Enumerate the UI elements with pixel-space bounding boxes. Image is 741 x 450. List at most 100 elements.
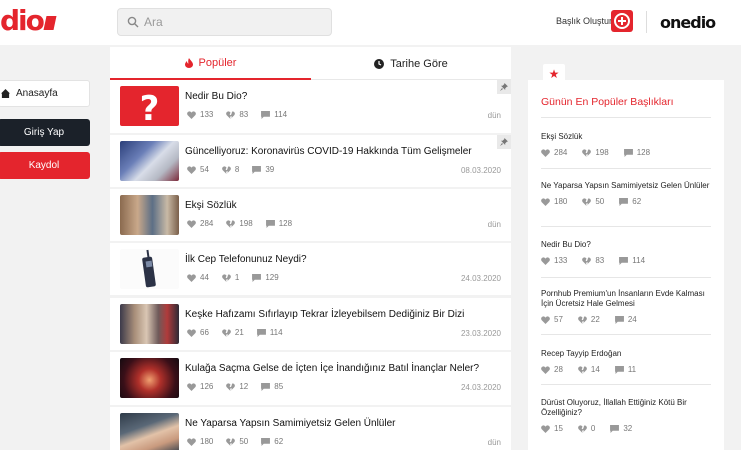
create-topic-label[interactable]: Başlık Oluştur — [556, 16, 612, 26]
like-count: 44 — [200, 273, 209, 282]
popular-item[interactable]: Ekşi Sözlük 284 198 128 — [541, 132, 711, 157]
comment-stat[interactable]: 128 — [623, 148, 650, 157]
broken-heart-icon — [582, 256, 592, 265]
like-count: 180 — [200, 437, 214, 446]
like-stat[interactable]: 57 — [541, 315, 563, 324]
like-stat[interactable]: 180 — [187, 437, 213, 446]
popular-item-title[interactable]: Recep Tayyip Erdoğan — [541, 349, 711, 359]
comment-stat[interactable]: 11 — [614, 365, 636, 374]
feed-card[interactable]: ? Nedir Bu Dio? 133 83 114 dün — [110, 80, 511, 133]
sidebar-home-button[interactable]: Anasayfa — [0, 80, 90, 107]
feed-card[interactable]: Keşke Hafızamı Sıfırlayıp Tekrar İzleyeb… — [110, 298, 511, 350]
dislike-count: 83 — [239, 110, 249, 119]
like-stat[interactable]: 54 — [187, 165, 209, 174]
dislike-stat[interactable]: 0 — [578, 424, 595, 433]
card-title[interactable]: İlk Cep Telefonunuz Neydi? — [185, 254, 307, 265]
comment-count: 85 — [274, 382, 284, 391]
comment-icon — [261, 437, 271, 446]
like-stat[interactable]: 133 — [541, 256, 567, 265]
tv-series-thumbnail — [120, 304, 179, 344]
card-title[interactable]: Güncelliyoruz: Koronavirüs COVID-19 Hakk… — [185, 146, 472, 157]
comment-stat[interactable]: 32 — [610, 424, 632, 433]
dislike-stat[interactable]: 198 — [226, 219, 253, 228]
register-button[interactable]: Kaydol — [0, 152, 90, 179]
comment-stat[interactable]: 129 — [252, 273, 279, 282]
popular-item[interactable]: Dürüst Oluyoruz, İllallah Ettiğiniz Kötü… — [541, 398, 711, 433]
search-box[interactable] — [117, 8, 332, 36]
dislike-stat[interactable]: 14 — [578, 365, 600, 374]
like-stat[interactable]: 284 — [541, 148, 567, 157]
like-stat[interactable]: 15 — [541, 424, 563, 433]
popular-item-stats: 133 83 114 — [541, 256, 711, 265]
feed-card[interactable]: İlk Cep Telefonunuz Neydi? 44 1 129 24.0… — [110, 243, 511, 295]
dislike-stat[interactable]: 50 — [582, 197, 604, 206]
create-topic-button[interactable] — [611, 10, 633, 32]
tab-popular[interactable]: Popüler — [110, 47, 311, 80]
popular-item[interactable]: Recep Tayyip Erdoğan 28 14 11 — [541, 349, 711, 374]
card-title[interactable]: Ne Yaparsa Yapsın Samimiyetsiz Gelen Ünl… — [185, 418, 395, 429]
like-stat[interactable]: 44 — [187, 273, 209, 282]
tab-by-date[interactable]: Tarihe Göre — [311, 47, 511, 80]
login-button[interactable]: Giriş Yap — [0, 119, 90, 146]
comment-icon — [614, 315, 624, 324]
popular-item-title[interactable]: Nedir Bu Dio? — [541, 240, 711, 250]
popular-item-title[interactable]: Pornhub Premium'un İnsanların Evde Kalma… — [541, 289, 711, 309]
dislike-stat[interactable]: 12 — [226, 382, 248, 391]
panel-divider — [541, 117, 711, 118]
comment-stat[interactable]: 114 — [619, 256, 645, 265]
onedio-logo[interactable]: onedio — [660, 13, 716, 32]
like-stat[interactable]: 180 — [541, 197, 567, 206]
comment-stat[interactable]: 85 — [261, 382, 283, 391]
dislike-stat[interactable]: 21 — [222, 328, 244, 337]
card-title[interactable]: Ekşi Sözlük — [185, 200, 237, 211]
feed-card[interactable]: Güncelliyoruz: Koronavirüs COVID-19 Hakk… — [110, 135, 511, 187]
comment-icon — [252, 273, 262, 282]
panel-divider — [541, 334, 711, 335]
card-title[interactable]: Keşke Hafızamı Sıfırlayıp Tekrar İzleyeb… — [185, 309, 464, 320]
like-stat[interactable]: 28 — [541, 365, 563, 374]
search-input[interactable] — [144, 12, 324, 32]
popular-item[interactable]: Ne Yaparsa Yapsın Samimiyetsiz Gelen Ünl… — [541, 181, 711, 206]
comment-stat[interactable]: 62 — [619, 197, 641, 206]
card-title[interactable]: Nedir Bu Dio? — [185, 91, 247, 102]
card-stats: 180 50 62 — [187, 437, 296, 446]
panel-divider — [541, 168, 711, 169]
header-divider — [646, 11, 647, 33]
heart-icon — [187, 110, 196, 119]
like-stat[interactable]: 133 — [187, 110, 213, 119]
dislike-stat[interactable]: 1 — [222, 273, 239, 282]
dislike-stat[interactable]: 83 — [226, 110, 248, 119]
dio-logo[interactable]: dio — [0, 6, 57, 36]
like-stat[interactable]: 66 — [187, 328, 209, 337]
dislike-stat[interactable]: 50 — [226, 437, 248, 446]
tab-popular-label: Popüler — [198, 56, 237, 69]
comment-icon — [619, 197, 629, 206]
comment-stat[interactable]: 114 — [261, 110, 287, 119]
popular-item[interactable]: Nedir Bu Dio? 133 83 114 — [541, 240, 711, 265]
dislike-stat[interactable]: 198 — [582, 148, 609, 157]
card-stats: 66 21 114 — [187, 328, 296, 337]
popular-item-stats: 284 198 128 — [541, 148, 711, 157]
like-stat[interactable]: 284 — [187, 219, 213, 228]
heart-icon — [187, 273, 196, 282]
card-title[interactable]: Kulağa Saçma Gelse de İçten İçe İnandığı… — [185, 363, 479, 374]
popular-item[interactable]: Pornhub Premium'un İnsanların Evde Kalma… — [541, 289, 711, 324]
comment-stat[interactable]: 128 — [265, 219, 292, 228]
dislike-stat[interactable]: 83 — [582, 256, 604, 265]
popular-item-title[interactable]: Ekşi Sözlük — [541, 132, 711, 142]
comment-stat[interactable]: 24 — [614, 315, 637, 324]
register-label: Kaydol — [28, 160, 60, 171]
dislike-stat[interactable]: 22 — [578, 315, 600, 324]
dislike-stat[interactable]: 8 — [222, 165, 239, 174]
comment-stat[interactable]: 39 — [252, 165, 274, 174]
popular-item-title[interactable]: Dürüst Oluyoruz, İllallah Ettiğiniz Kötü… — [541, 398, 711, 418]
broken-heart-icon — [578, 424, 587, 433]
like-stat[interactable]: 126 — [187, 382, 213, 391]
comment-stat[interactable]: 114 — [256, 328, 283, 337]
feed-card[interactable]: Ne Yaparsa Yapsın Samimiyetsiz Gelen Ünl… — [110, 407, 511, 450]
popular-item-title[interactable]: Ne Yaparsa Yapsın Samimiyetsiz Gelen Ünl… — [541, 181, 711, 191]
comment-stat[interactable]: 62 — [261, 437, 283, 446]
comment-icon — [614, 365, 624, 374]
feed-card[interactable]: Ekşi Sözlük 284 198 128 dün — [110, 189, 511, 241]
feed-card[interactable]: Kulağa Saçma Gelse de İçten İçe İnandığı… — [110, 352, 511, 405]
